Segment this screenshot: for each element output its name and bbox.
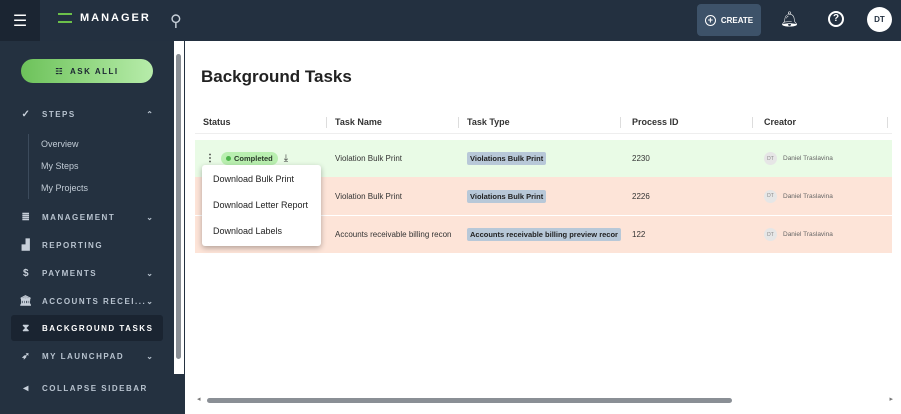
menu-icon[interactable]: ☰	[0, 0, 40, 41]
col-task-type[interactable]: Task Type	[467, 111, 510, 133]
label: ACCOUNTS RECEI...	[42, 296, 147, 306]
dollar-icon: $	[22, 267, 31, 279]
col-creator[interactable]: Creator	[764, 111, 796, 133]
table-header: Status Task Name Task Type Process ID Cr…	[195, 111, 892, 134]
label: PAYMENTS	[42, 268, 98, 278]
sidebar-item-reporting[interactable]: ▟ REPORTING	[11, 232, 163, 258]
status-badge: Completed	[221, 152, 278, 165]
creator-name: Daniel Traslavina	[783, 192, 833, 200]
main-content: Background Tasks Status Task Name Task T…	[185, 41, 901, 414]
task-type-tag: Violations Bulk Print	[467, 152, 547, 165]
task-type-tag: Accounts receivable billing preview reco…	[467, 228, 621, 241]
task-name: Violation Bulk Print	[335, 154, 402, 163]
divider	[458, 117, 459, 128]
menu-item-download-letter-report[interactable]: Download Letter Report	[202, 192, 321, 217]
label: REPORTING	[42, 240, 104, 250]
divider	[620, 117, 621, 128]
creator-name: Daniel Traslavina	[783, 155, 833, 162]
app-name: MANAGER	[80, 12, 151, 24]
task-type-tag: Violations Bulk Print	[467, 189, 547, 203]
label: COLLAPSE SIDEBAR	[42, 383, 148, 393]
row-actions-menu: Download Bulk Print Download Letter Repo…	[202, 165, 321, 246]
sidebar-item-accounts[interactable]: 🏛︎ ACCOUNTS RECEI... ⌄	[11, 288, 163, 314]
chevron-down-icon: ⌄	[146, 351, 153, 361]
more-vert-icon[interactable]: ⋮	[205, 153, 215, 164]
create-label: CREATE	[720, 15, 754, 25]
top-bar: ☰ MANAGER ⚲ + CREATE 🔔︎ ? DT	[0, 0, 901, 41]
task-name: Violation Bulk Print	[335, 191, 402, 201]
bank-icon: 🏛︎	[19, 295, 34, 307]
col-process-id[interactable]: Process ID	[632, 111, 679, 133]
status-dot-icon	[226, 156, 231, 161]
status-text: Completed	[234, 154, 273, 163]
task-name: Accounts receivable billing recon	[335, 230, 452, 239]
help-icon[interactable]: ?	[828, 11, 844, 27]
plus-circle-icon: +	[704, 14, 716, 26]
col-status[interactable]: Status	[203, 111, 231, 133]
process-id: 2226	[632, 191, 650, 201]
search-icon[interactable]: ⚲	[170, 11, 182, 31]
creator-name: Daniel Traslavina	[783, 231, 833, 238]
process-id: 2230	[632, 154, 650, 163]
rocket-icon: ➶	[21, 350, 32, 362]
sidebar: ☷ ASK ALLI ✓ STEPS ⌃ Overview My Steps My P…	[0, 41, 185, 414]
logo-mark-icon	[58, 13, 72, 23]
page-title: Background Tasks	[201, 67, 352, 86]
sidebar-sub-my-projects[interactable]: My Projects	[41, 183, 88, 193]
creator-avatar: DT	[764, 189, 777, 203]
alli-icon: ☷	[55, 66, 65, 76]
label: BACKGROUND TASKS	[42, 323, 154, 333]
menu-item-download-labels[interactable]: Download Labels	[202, 218, 321, 243]
scroll-right-icon[interactable]: ▸	[889, 395, 893, 403]
divider	[887, 117, 888, 128]
bell-icon[interactable]: 🔔︎	[780, 10, 799, 28]
sidebar-item-steps[interactable]: ✓ STEPS ⌃	[11, 101, 163, 127]
label: MY LAUNCHPAD	[42, 351, 125, 361]
sidebar-item-management[interactable]: ≣ MANAGEMENT ⌄	[11, 204, 163, 230]
chevron-down-icon: ⌄	[146, 212, 153, 222]
ask-alli-button[interactable]: ☷ ASK ALLI	[21, 59, 153, 83]
ask-label: ASK ALLI	[70, 66, 119, 76]
divider	[28, 134, 29, 199]
sidebar-item-background-tasks[interactable]: ⧗ BACKGROUND TASKS	[11, 315, 163, 341]
sidebar-scrollbar[interactable]	[174, 41, 184, 374]
chart-icon: ▟	[21, 239, 32, 251]
menu-item-download-bulk-print[interactable]: Download Bulk Print	[202, 166, 321, 191]
scroll-thumb[interactable]	[176, 54, 181, 359]
sidebar-sub-my-steps[interactable]: My Steps	[41, 161, 79, 171]
horizontal-scrollbar[interactable]: ◂ ▸	[195, 395, 895, 405]
sidebar-item-payments[interactable]: $ PAYMENTS ⌄	[11, 260, 163, 286]
check-circle-icon: ✓	[21, 108, 32, 120]
divider	[752, 117, 753, 128]
chevron-down-icon: ⌄	[146, 268, 153, 278]
label: STEPS	[42, 109, 76, 119]
chevron-up-icon: ⌃	[146, 109, 153, 119]
label: MANAGEMENT	[42, 212, 116, 222]
process-id: 122	[632, 230, 646, 239]
create-button[interactable]: + CREATE	[697, 4, 761, 36]
collapse-icon: ◂	[23, 382, 30, 394]
col-task-name[interactable]: Task Name	[335, 111, 382, 133]
creator-avatar: DT	[764, 228, 777, 241]
hourglass-icon: ⧗	[22, 322, 31, 334]
scroll-left-icon[interactable]: ◂	[197, 395, 201, 403]
creator-avatar: DT	[764, 152, 777, 165]
download-icon[interactable]: ⤓	[284, 153, 288, 164]
sidebar-sub-overview[interactable]: Overview	[41, 139, 79, 149]
divider	[326, 117, 327, 128]
scroll-thumb[interactable]	[207, 398, 732, 403]
chevron-down-icon: ⌄	[146, 296, 153, 306]
collapse-sidebar-button[interactable]: ◂ COLLAPSE SIDEBAR	[11, 375, 163, 401]
list-icon: ≣	[21, 211, 32, 223]
sidebar-item-my-launchpad[interactable]: ➶ MY LAUNCHPAD ⌄	[11, 343, 163, 369]
avatar[interactable]: DT	[867, 7, 892, 32]
logo[interactable]: MANAGER	[58, 12, 151, 24]
